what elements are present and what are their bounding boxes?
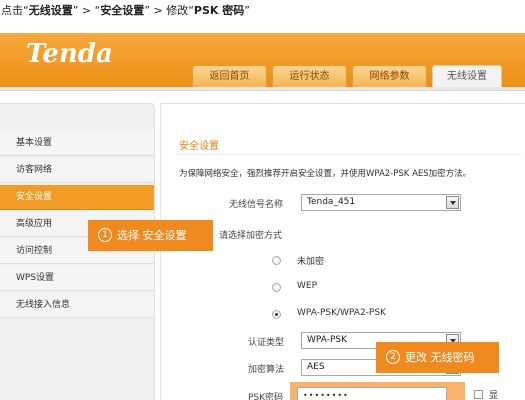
instruction-caption: 点击“无线设置” > “安全设置” > 修改“PSK 密码” [0, 0, 525, 22]
caption-suffix: ” [244, 4, 250, 17]
caption-step-psk: PSK 密码 [193, 4, 245, 17]
radio-wep-label: WEP [297, 281, 318, 291]
ssid-label: 无线信号名称 [229, 200, 284, 210]
ssid-value: Tenda_451 [307, 197, 356, 207]
algo-label: 加密算法 [248, 365, 285, 375]
caption-sep1: ” > “ [72, 4, 101, 17]
radio-wpa-psk[interactable] [272, 310, 281, 319]
tab-status[interactable]: 运行状态 [272, 65, 347, 87]
show-password-checkbox[interactable] [474, 390, 483, 399]
sidebar-item-basic[interactable]: 基本设置 [0, 131, 154, 156]
sidebar-item-client-info[interactable]: 无线接入信息 [0, 293, 154, 318]
callout-step-2-text: 更改 无线密码 [405, 351, 475, 364]
show-password-label: 显 [489, 391, 499, 400]
caption-sep2: ” > 修改“ [144, 4, 194, 17]
tenda-logo: Tenda [26, 39, 113, 69]
radio-none-label: 未加密 [297, 257, 325, 267]
section-divider [176, 154, 521, 155]
auth-type-value: WPA-PSK [307, 335, 347, 345]
main-tabs: 返回首页 运行状态 网络参数 无线设置 [192, 65, 502, 87]
radio-wpa-psk-label: WPA-PSK/WPA2-PSK [297, 308, 386, 318]
header-divider [0, 87, 525, 91]
tab-network[interactable]: 网络参数 [352, 65, 427, 87]
callout-step-2: 2 更改 无线密码 [376, 342, 499, 373]
caption-step-wireless: 无线设置 [28, 4, 73, 17]
sidebar-item-security[interactable]: 安全设置 [0, 185, 154, 210]
auth-type-label: 认证类型 [248, 338, 285, 348]
caption-step-security: 安全设置 [100, 4, 145, 17]
encryption-label: 请选择加密方式 [219, 231, 283, 241]
sidebar-item-guest[interactable]: 访客网络 [0, 158, 154, 183]
tab-wireless[interactable]: 无线设置 [432, 65, 502, 87]
security-description: 为保障网络安全，强烈推荐开启安全设置，并使用WPA2-PSK AES加密方法。 [179, 169, 472, 179]
chevron-down-icon[interactable] [446, 196, 459, 209]
callout-step-1: 1 选择 安全设置 [88, 220, 213, 251]
sidebar-item-wps[interactable]: WPS设置 [0, 266, 154, 291]
psk-label: PSK密码 [248, 393, 284, 400]
ssid-select[interactable]: Tenda_451 [301, 194, 461, 211]
top-header: Tenda 返回首页 运行状态 网络参数 无线设置 [0, 33, 525, 87]
psk-password-input[interactable]: •••••••• [297, 387, 447, 400]
callout-step-1-text: 选择 安全设置 [117, 229, 187, 242]
step-2-number-icon: 2 [386, 350, 400, 364]
tab-home[interactable]: 返回首页 [192, 65, 267, 87]
algo-value: AES [307, 362, 325, 372]
caption-prefix: 点击“ [1, 4, 29, 17]
sidebar: 基本设置 访客网络 安全设置 高级应用 访问控制 WPS设置 无线接入信息 [0, 103, 155, 400]
step-1-number-icon: 1 [98, 228, 112, 242]
radio-none[interactable] [272, 256, 281, 265]
radio-wep[interactable] [272, 283, 281, 292]
section-title: 安全设置 [179, 141, 219, 152]
